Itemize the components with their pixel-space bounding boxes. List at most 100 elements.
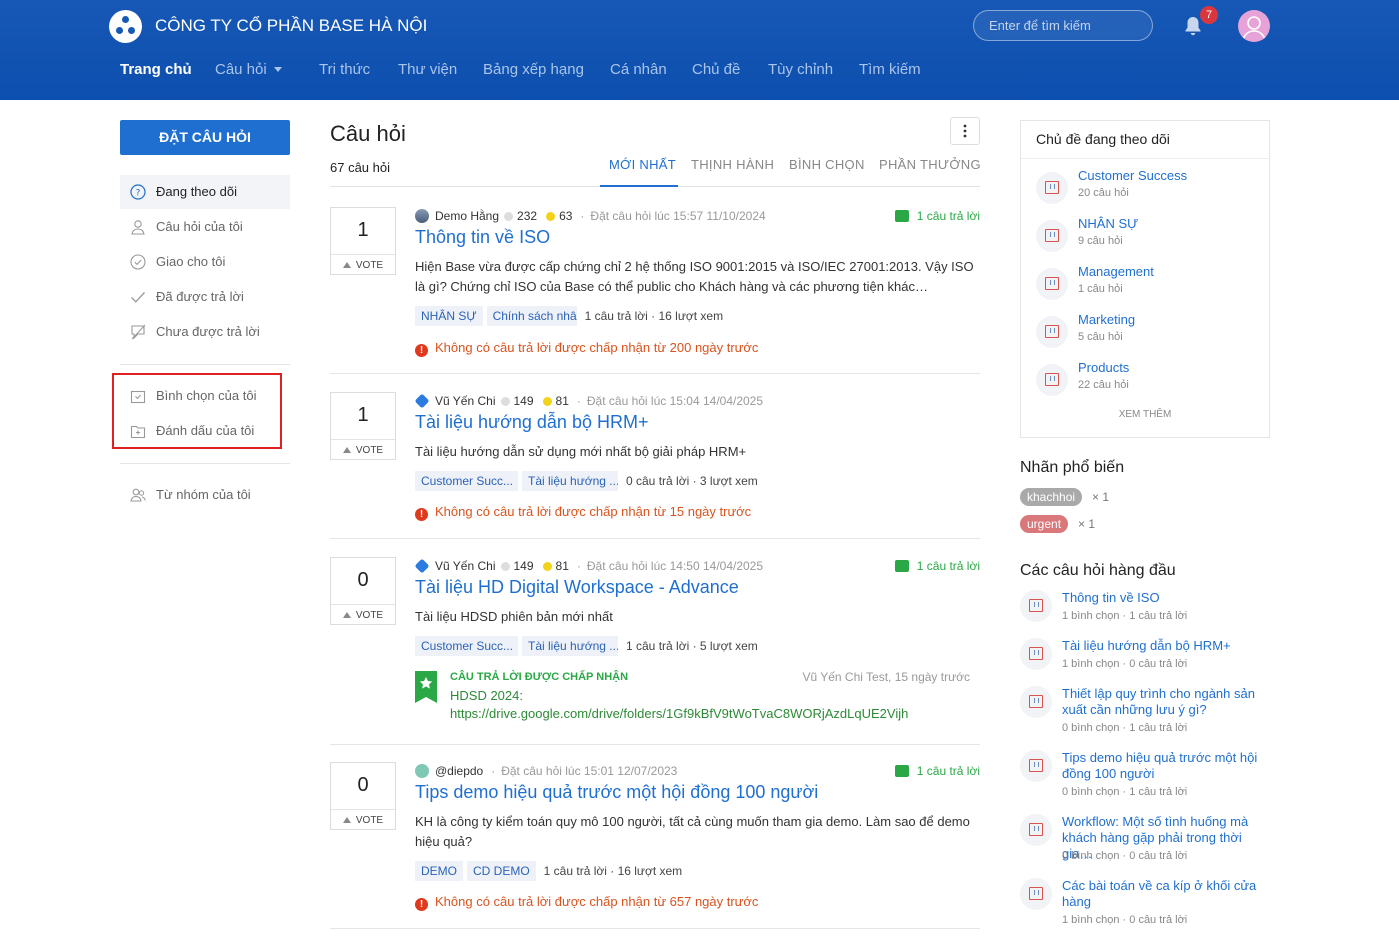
checkmark-icon xyxy=(131,292,145,303)
chat-bubble-icon xyxy=(131,324,146,340)
tab-newest[interactable]: MỚI NHẤT xyxy=(609,157,676,172)
view-more-link[interactable]: XEM THÊM xyxy=(1021,409,1269,420)
topic-item[interactable]: Customer Success 20 câu hỏi xyxy=(1036,168,1266,208)
topic-item[interactable]: Marketing 5 câu hỏi xyxy=(1036,312,1266,352)
tag[interactable]: NHÂN SỰ xyxy=(415,306,483,326)
tab-trending[interactable]: THỊNH HÀNH xyxy=(691,157,774,172)
tag[interactable]: DEMO xyxy=(415,861,463,881)
book-icon xyxy=(1020,878,1052,910)
question-description: KH là công ty kiểm toán quy mô 100 người… xyxy=(415,814,970,849)
alert-icon: ! xyxy=(415,508,428,521)
highlight-box xyxy=(112,373,282,449)
silver-badge-icon xyxy=(504,212,514,221)
question-meta: Vũ Yến Chi 149 81 · Đặt câu hỏi lúc 15:04 14… xyxy=(414,393,763,409)
nav-ranking[interactable]: Bảng xếp hạng xyxy=(483,61,584,78)
comment-icon xyxy=(894,210,909,222)
question-divider xyxy=(330,744,980,745)
vote-button[interactable]: VOTE xyxy=(331,254,395,275)
book-icon xyxy=(1020,638,1052,670)
top-header: CÔNG TY CỔ PHẦN BASE HÀ NỘI 7 Trang chủ … xyxy=(0,0,1399,100)
question-title[interactable]: Tài liệu HD Digital Workspace - Advance xyxy=(415,577,739,598)
accepted-link[interactable]: https://drive.google.com/drive/folders/1… xyxy=(450,705,908,723)
ask-question-button[interactable]: ĐẶT CÂU HỎI xyxy=(120,120,290,155)
nav-questions[interactable]: Câu hỏi xyxy=(215,61,282,78)
vote-count: 1 xyxy=(357,219,369,241)
answer-count[interactable]: 1 câu trả lời xyxy=(894,763,980,779)
question-title[interactable]: Tips demo hiệu quả trước một hội đồng 10… xyxy=(415,782,818,803)
top-question-item[interactable]: Tips demo hiệu quả trước một hội đồng 10… xyxy=(1020,750,1275,806)
top-question-item[interactable]: Workflow: Một số tình huống mà khách hàn… xyxy=(1020,814,1275,870)
more-options-button[interactable] xyxy=(950,117,980,145)
user-avatar-icon xyxy=(415,209,429,223)
nav-home[interactable]: Trang chủ xyxy=(120,61,192,78)
tab-voted[interactable]: BÌNH CHỌN xyxy=(789,157,865,172)
user-avatar-icon xyxy=(414,393,430,409)
nav-topics[interactable]: Chủ đề xyxy=(692,61,740,78)
vote-button[interactable]: VOTE xyxy=(331,809,395,830)
sidebar-item-from-my-group[interactable]: Từ nhóm của tôi xyxy=(120,478,290,512)
chevron-down-icon xyxy=(273,67,282,72)
popular-labels-title: Nhãn phổ biến xyxy=(1020,459,1125,476)
question-item: 0 VOTE @diepdo · Đặt câu hỏi lúc 15:01 12/… xyxy=(330,762,980,922)
nav-knowledge[interactable]: Tri thức xyxy=(319,61,370,78)
question-divider xyxy=(330,538,980,539)
sidebar-item-following[interactable]: ? Đang theo dõi xyxy=(120,175,290,209)
nav-personal[interactable]: Cá nhân xyxy=(610,61,667,78)
answer-count[interactable]: 1 câu trả lời xyxy=(894,208,980,224)
search-input[interactable] xyxy=(973,10,1153,41)
sidebar-item-my-questions[interactable]: Câu hỏi của tôi xyxy=(120,210,290,244)
question-description: Tài liệu hướng dẫn sử dụng mới nhất bộ g… xyxy=(415,444,747,459)
vote-button[interactable]: VOTE xyxy=(331,439,395,460)
more-vertical-icon xyxy=(963,124,967,138)
vote-button[interactable]: VOTE xyxy=(331,604,395,625)
question-meta: Demo Hằng 232 63 · Đặt câu hỏi lúc 15:57 11/… xyxy=(415,208,766,224)
answer-count[interactable]: 1 câu trả lời xyxy=(894,558,980,574)
label-count: × 1 xyxy=(1092,490,1110,504)
author-name[interactable]: Vũ Yến Chi xyxy=(435,559,496,573)
top-question-item[interactable]: Thiết lập quy trình cho ngành sản xuất c… xyxy=(1020,686,1275,742)
topic-item[interactable]: Products 22 câu hỏi xyxy=(1036,360,1266,400)
top-question-item[interactable]: Thông tin về ISO 1 bình chọn · 1 câu trả … xyxy=(1020,590,1275,630)
warning-message: ! Không có câu trả lời được chấp nhận từ … xyxy=(415,893,758,911)
alert-icon: ! xyxy=(415,898,428,911)
vote-box: 1 VOTE xyxy=(330,207,396,275)
tag[interactable]: Tài liệu hướng ... xyxy=(522,471,618,491)
nav-search[interactable]: Tìm kiếm xyxy=(859,61,921,78)
accepted-answer[interactable]: CÂU TRẢ LỜI ĐƯỢC CHẤP NHẬN Vũ Yến Chi Te… xyxy=(415,670,980,723)
topic-item[interactable]: NHÂN SỰ 9 câu hỏi xyxy=(1036,216,1266,256)
question-title[interactable]: Tài liệu hướng dẫn bộ HRM+ xyxy=(415,412,648,433)
sidebar-item-answered[interactable]: Đã được trả lời xyxy=(120,280,290,314)
sidebar-item-unanswered[interactable]: Chưa được trả lời xyxy=(120,315,290,349)
nav-library[interactable]: Thư viện xyxy=(398,61,457,78)
accepted-label: CÂU TRẢ LỜI ĐƯỢC CHẤP NHẬN xyxy=(450,671,629,683)
base-logo-icon[interactable] xyxy=(109,10,142,43)
top-question-item[interactable]: Các bài toán về ca kíp ở khối cửa hàng 1 … xyxy=(1020,878,1275,934)
sidebar-item-assigned[interactable]: Giao cho tôi xyxy=(120,245,290,279)
tag[interactable]: Customer Succ... xyxy=(415,471,518,491)
author-name[interactable]: @diepdo xyxy=(435,764,483,778)
label-tag[interactable]: khachhoi xyxy=(1020,488,1083,506)
tag[interactable]: Customer Succ... xyxy=(415,636,518,656)
user-avatar[interactable] xyxy=(1238,10,1270,42)
topic-item[interactable]: Management 1 câu hỏi xyxy=(1036,264,1266,304)
user-icon xyxy=(131,220,145,235)
accepted-star-icon xyxy=(415,671,437,703)
tag[interactable]: Tài liệu hướng ... xyxy=(522,636,618,656)
author-name[interactable]: Demo Hằng xyxy=(435,209,499,223)
question-title[interactable]: Thông tin về ISO xyxy=(415,227,550,248)
tag[interactable]: CD DEMO xyxy=(467,861,536,881)
page-title: Câu hỏi xyxy=(330,121,406,146)
nav-customize[interactable]: Tùy chỉnh xyxy=(768,61,833,78)
notification-badge[interactable]: 7 xyxy=(1200,6,1218,24)
vote-box: 1 VOTE xyxy=(330,392,396,460)
label-tag[interactable]: urgent xyxy=(1020,515,1069,533)
tab-bounty[interactable]: PHẦN THƯỞNG xyxy=(879,157,981,172)
top-question-item[interactable]: Tài liệu hướng dẫn bộ HRM+ 1 bình chọn · … xyxy=(1020,638,1275,678)
tag[interactable]: Chính sách nhâ... xyxy=(486,306,577,326)
accepted-by: Vũ Yến Chi Test, 15 ngày trước xyxy=(802,670,970,684)
gold-badge-icon xyxy=(542,397,552,406)
author-name[interactable]: Vũ Yến Chi xyxy=(435,394,496,408)
warning-message: ! Không có câu trả lời được chấp nhận từ … xyxy=(415,339,758,357)
triangle-up-icon xyxy=(342,612,351,618)
active-tab-indicator xyxy=(600,185,678,187)
